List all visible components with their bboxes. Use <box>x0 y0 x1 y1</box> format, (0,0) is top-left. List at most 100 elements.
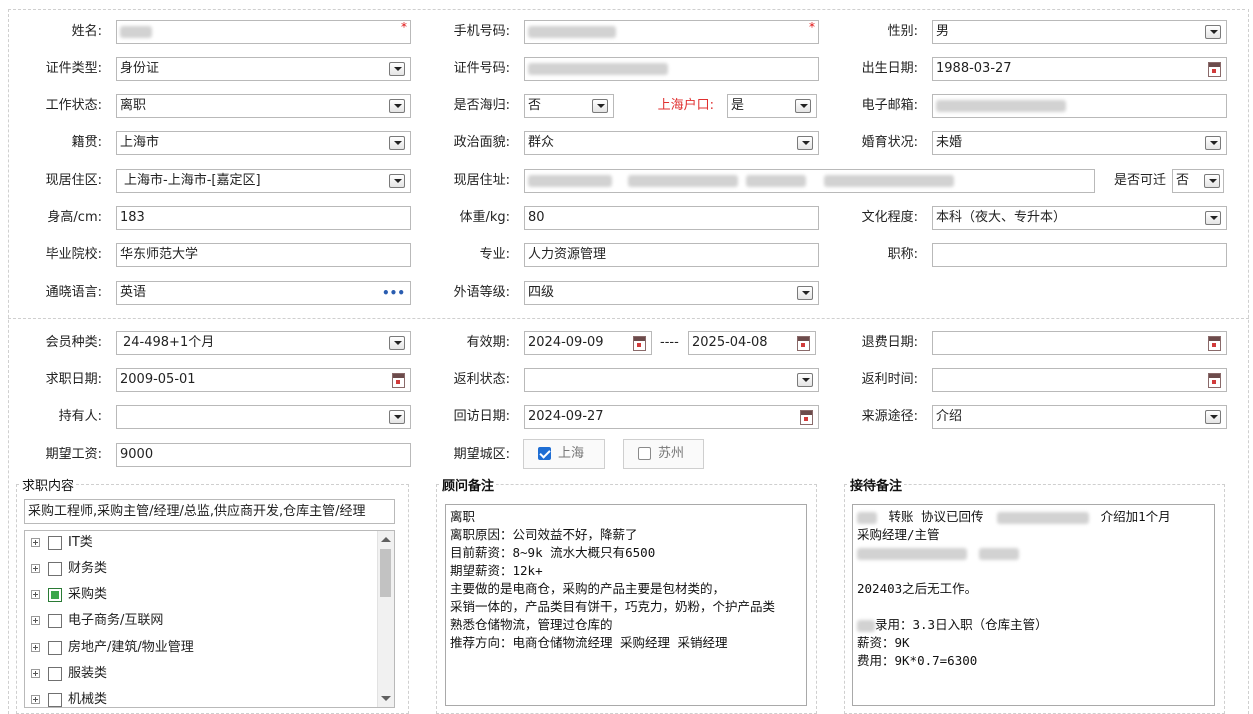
chevron-down-icon[interactable] <box>389 136 405 150</box>
residence-addr-input[interactable] <box>524 169 1095 193</box>
native-place-select[interactable]: 上海市 <box>116 131 411 155</box>
rebate-status-select[interactable] <box>524 368 819 392</box>
work-status-select[interactable]: 离职 <box>116 94 411 118</box>
name-input[interactable]: * <box>116 20 411 44</box>
city-option-shanghai[interactable]: 上海 <box>523 439 605 469</box>
marital-select[interactable]: 未婚 <box>932 131 1227 155</box>
id-type-select[interactable]: 身份证 <box>116 57 411 81</box>
foreign-level-select[interactable]: 四级 <box>524 281 819 305</box>
rebate-status-label: 返利状态: <box>453 372 510 387</box>
chevron-down-icon[interactable] <box>795 99 811 113</box>
checkbox-icon[interactable] <box>48 613 62 628</box>
checkbox-checked-icon[interactable] <box>48 587 62 602</box>
city-option-suzhou[interactable]: 苏州 <box>623 439 704 469</box>
scroll-up-icon[interactable] <box>381 537 391 542</box>
chevron-down-icon[interactable] <box>389 62 405 76</box>
expand-icon[interactable] <box>31 538 40 547</box>
chevron-down-icon[interactable] <box>389 336 405 350</box>
calendar-icon[interactable] <box>1208 62 1221 77</box>
calendar-icon[interactable] <box>1208 373 1221 388</box>
tree-node[interactable]: 财务类 <box>31 558 107 580</box>
languages-input[interactable]: 英语 ••• <box>116 281 411 305</box>
checkbox-icon[interactable] <box>48 692 62 707</box>
chevron-down-icon[interactable] <box>1205 25 1221 39</box>
birth-date-input[interactable]: 1988-03-27 <box>932 57 1227 81</box>
chevron-down-icon[interactable] <box>389 174 405 188</box>
major-input[interactable]: 人力资源管理 <box>524 243 819 267</box>
tree-node[interactable]: 采购类 <box>31 584 107 606</box>
weight-input[interactable]: 80 <box>524 206 819 230</box>
chevron-down-icon[interactable] <box>389 410 405 424</box>
validity-start-input[interactable]: 2024-09-09 <box>524 331 652 355</box>
expand-icon[interactable] <box>31 695 40 704</box>
member-type-select[interactable]: 24-498+1个月 <box>116 331 411 355</box>
expand-icon[interactable] <box>31 590 40 599</box>
tree-node[interactable]: IT类 <box>31 532 93 554</box>
visit-date-input[interactable]: 2024-09-27 <box>524 405 819 429</box>
checkbox-icon[interactable] <box>48 561 62 576</box>
chevron-down-icon[interactable] <box>797 136 813 150</box>
political-select[interactable]: 群众 <box>524 131 819 155</box>
id-number-input[interactable] <box>524 57 819 81</box>
checkbox-icon[interactable] <box>48 666 62 681</box>
expected-salary-input[interactable]: 9000 <box>116 443 411 467</box>
expand-icon[interactable] <box>31 616 40 625</box>
holder-select[interactable] <box>116 405 411 429</box>
rebate-time-input[interactable] <box>932 368 1227 392</box>
source-select[interactable]: 介绍 <box>932 405 1227 429</box>
chevron-down-icon[interactable] <box>389 99 405 113</box>
checkbox-icon[interactable] <box>48 535 62 550</box>
title-input[interactable] <box>932 243 1227 267</box>
checkbox-icon[interactable] <box>48 640 62 655</box>
expand-icon[interactable] <box>31 669 40 678</box>
tree-node-label: 财务类 <box>68 561 108 576</box>
more-options-icon[interactable]: ••• <box>382 282 405 304</box>
relocatable-select[interactable]: 否 <box>1172 169 1224 193</box>
expand-icon[interactable] <box>31 564 40 573</box>
residence-area-select[interactable]: 上海市-上海市-[嘉定区] <box>116 169 411 193</box>
chevron-down-icon[interactable] <box>797 373 813 387</box>
returnee-select[interactable]: 否 <box>524 94 614 118</box>
email-input[interactable] <box>932 94 1227 118</box>
calendar-icon[interactable] <box>797 336 810 351</box>
job-seek-date-label: 求职日期: <box>45 372 102 387</box>
chevron-down-icon[interactable] <box>592 99 608 113</box>
refund-date-input[interactable] <box>932 331 1227 355</box>
school-input[interactable]: 华东师范大学 <box>116 243 411 267</box>
reception-notes-legend: 接待备注 <box>848 475 905 494</box>
major-value: 人力资源管理 <box>528 247 607 262</box>
tree-node[interactable]: 服装类 <box>31 663 107 685</box>
major-label: 专业: <box>479 247 510 262</box>
sh-hukou-select[interactable]: 是 <box>727 94 817 118</box>
calendar-icon[interactable] <box>1208 336 1221 351</box>
job-content-summary-input[interactable]: 采购工程师,采购主管/经理/总监,供应商开发,仓库主管/经理 <box>24 499 395 524</box>
height-input[interactable]: 183 <box>116 206 411 230</box>
scroll-thumb[interactable] <box>380 549 391 597</box>
chevron-down-icon[interactable] <box>1205 410 1221 424</box>
checkbox-checked-icon[interactable] <box>538 447 551 460</box>
tree-node[interactable]: 房地产/建筑/物业管理 <box>31 637 194 659</box>
reception-notes-textarea[interactable]: 转账 协议已回传 介绍加1个月 采购经理/主管 202403之后无工作。 录用：… <box>852 504 1215 706</box>
tree-node[interactable]: 机械类 <box>31 689 107 707</box>
calendar-icon[interactable] <box>633 336 646 351</box>
expand-icon[interactable] <box>31 643 40 652</box>
gender-select[interactable]: 男 <box>932 20 1227 44</box>
tree-node[interactable]: 电子商务/互联网 <box>31 610 163 632</box>
chevron-down-icon[interactable] <box>797 286 813 300</box>
checkbox-icon[interactable] <box>638 447 651 460</box>
scroll-down-icon[interactable] <box>381 696 391 701</box>
calendar-icon[interactable] <box>800 410 813 425</box>
tree-scrollbar[interactable] <box>377 531 394 707</box>
chevron-down-icon[interactable] <box>1204 174 1220 188</box>
chevron-down-icon[interactable] <box>1205 136 1221 150</box>
chevron-down-icon[interactable] <box>1205 211 1221 225</box>
advisor-notes-textarea[interactable]: 离职 离职原因：公司效益不好，降薪了 目前薪资：8~9k 流水大概只有6500 … <box>445 504 807 706</box>
phone-label: 手机号码: <box>453 24 510 39</box>
job-seek-date-input[interactable]: 2009-05-01 <box>116 368 411 392</box>
education-select[interactable]: 本科（夜大、专升本） <box>932 206 1227 230</box>
phone-input[interactable]: * <box>524 20 819 44</box>
calendar-icon[interactable] <box>392 373 405 388</box>
job-category-tree[interactable]: IT类 财务类 采购类 电子商务/互联网 房地产/建筑/物业管理 服装类 机械类 <box>24 530 395 708</box>
redacted-text <box>528 62 668 75</box>
validity-end-input[interactable]: 2025-04-08 <box>688 331 816 355</box>
